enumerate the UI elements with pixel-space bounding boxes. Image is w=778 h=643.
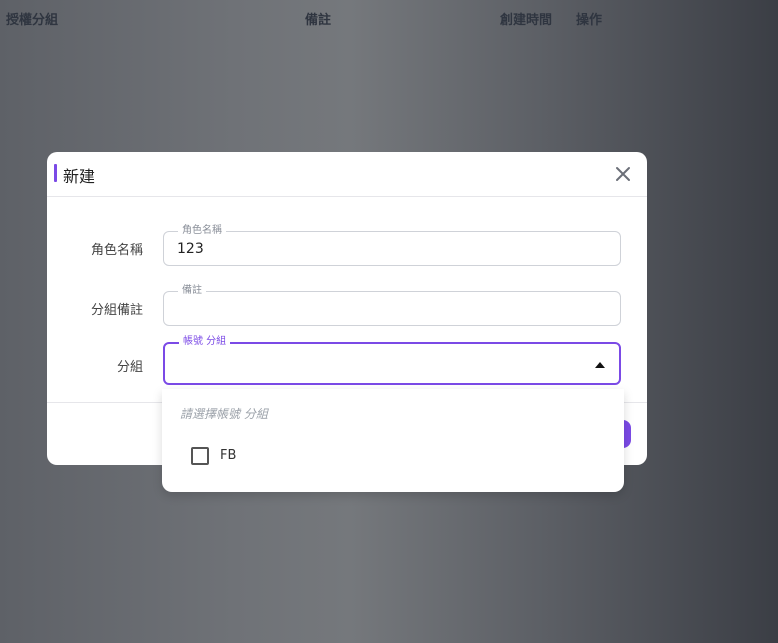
group-note-field[interactable]: 備註 — [163, 285, 621, 326]
dialog-title: 新建 — [63, 167, 96, 186]
group-select-legend: 帳號 分組 — [179, 336, 231, 348]
dropdown-option-label: FB — [220, 448, 237, 463]
group-label: 分組 — [116, 360, 143, 375]
column-header-auth-group: 授權分組 — [6, 13, 59, 28]
group-note-legend: 備註 — [178, 285, 206, 297]
column-header-note: 備註 — [305, 13, 332, 28]
column-header-created-time: 創建時間 — [500, 13, 553, 28]
column-header-actions: 操作 — [576, 13, 603, 28]
dropdown-placeholder: 請選擇帳號 分組 — [180, 407, 268, 421]
caret-up-icon[interactable] — [595, 362, 605, 368]
group-dropdown-menu: 請選擇帳號 分組 FB — [162, 389, 624, 492]
title-accent-bar — [54, 164, 57, 182]
role-name-value: 123 — [177, 241, 204, 257]
close-icon[interactable] — [611, 162, 635, 186]
table-header: 授權分組 備註 創建時間 操作 — [0, 0, 778, 32]
group-select[interactable]: 帳號 分組 — [163, 336, 621, 385]
group-note-label: 分組備註 — [90, 303, 143, 318]
role-name-label: 角色名稱 — [90, 243, 143, 258]
role-name-legend: 角色名稱 — [178, 225, 226, 237]
checkbox-unchecked-icon[interactable] — [191, 447, 209, 465]
dropdown-option-fb[interactable]: FB — [162, 441, 624, 471]
dialog-header: 新建 — [47, 152, 647, 197]
role-name-field[interactable]: 角色名稱 123 — [163, 225, 621, 266]
